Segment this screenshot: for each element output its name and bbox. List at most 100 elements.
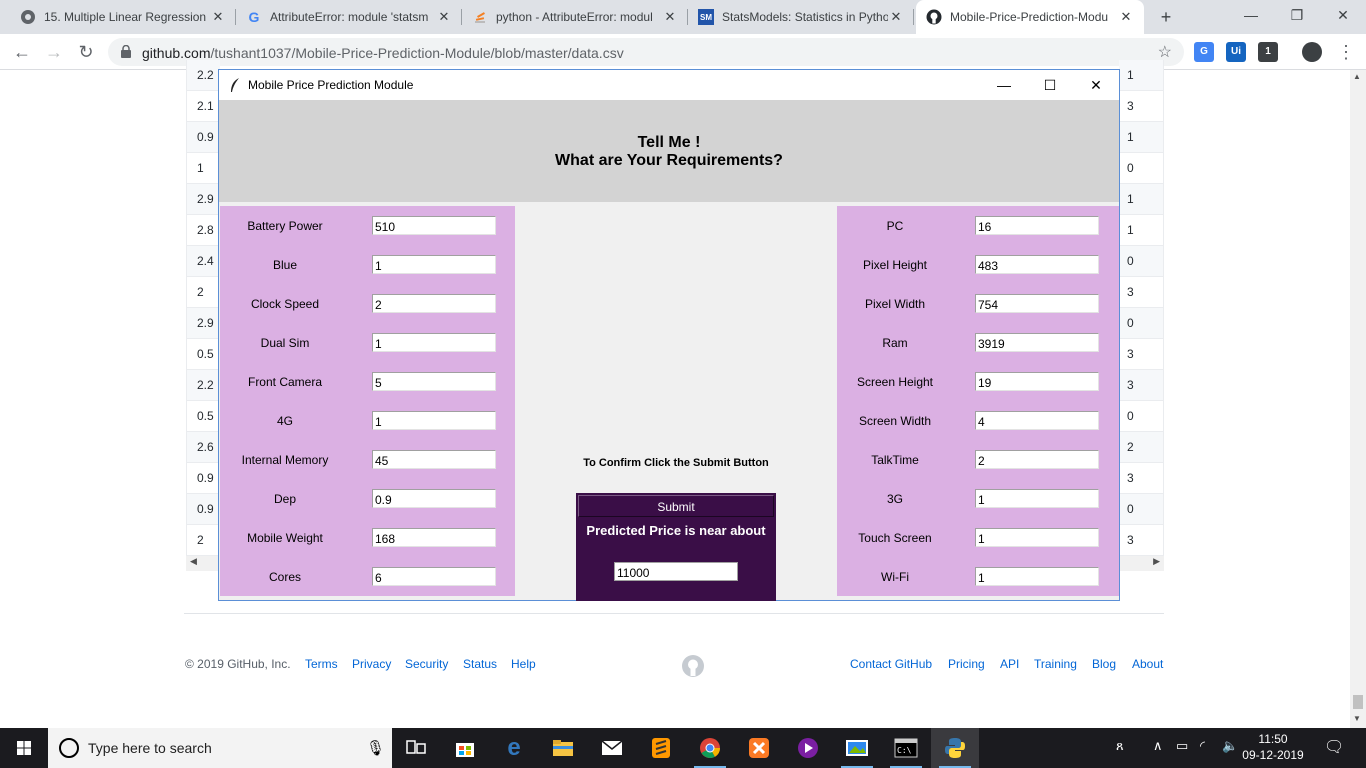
- footer-link-status[interactable]: Status: [463, 657, 497, 671]
- browser-tab-2[interactable]: G AttributeError: module 'statsm ✕: [236, 0, 462, 34]
- browser-restore-button[interactable]: ❐: [1274, 0, 1320, 30]
- dual-sim-input[interactable]: [372, 333, 496, 352]
- pc-input[interactable]: [975, 216, 1099, 235]
- footer-link-privacy[interactable]: Privacy: [352, 657, 391, 671]
- wifi-icon[interactable]: ◜: [1200, 738, 1205, 754]
- internal-memory-input[interactable]: [372, 450, 496, 469]
- scrollbar-thumb[interactable]: [1353, 695, 1363, 709]
- edge-icon[interactable]: e: [490, 728, 538, 768]
- taskbar-search-box[interactable]: Type here to search 🎙: [48, 728, 392, 768]
- github-logo-icon[interactable]: [681, 654, 705, 678]
- profile-avatar-icon[interactable]: [1302, 42, 1322, 62]
- field-label: Touch Screen: [858, 531, 932, 545]
- four-g-input[interactable]: [372, 411, 496, 430]
- xampp-icon[interactable]: [735, 728, 783, 768]
- footer-divider: [184, 613, 1164, 614]
- footer-link-help[interactable]: Help: [511, 657, 536, 671]
- csv-cell: 2: [186, 525, 220, 556]
- footer-link-api[interactable]: API: [1000, 657, 1019, 671]
- blue-input[interactable]: [372, 255, 496, 274]
- sublime-icon[interactable]: [637, 728, 685, 768]
- app-maximize-button[interactable]: ☐: [1027, 70, 1073, 100]
- vertical-scrollbar[interactable]: ▲ ▼: [1350, 70, 1366, 728]
- footer-link-blog[interactable]: Blog: [1092, 657, 1116, 671]
- windows-start-button[interactable]: [0, 728, 48, 768]
- footer-link-about[interactable]: About: [1132, 657, 1163, 671]
- footer-link-pricing[interactable]: Pricing: [948, 657, 985, 671]
- address-bar[interactable]: github.com/tushant1037/Mobile-Price-Pred…: [108, 38, 1184, 66]
- scroll-left-icon[interactable]: ◀: [190, 556, 197, 567]
- browser-close-button[interactable]: ✕: [1320, 0, 1366, 30]
- touch-screen-input[interactable]: [975, 528, 1099, 547]
- pixel-height-input[interactable]: [975, 255, 1099, 274]
- predicted-price-label: Predicted Price is near about: [586, 523, 766, 538]
- browser-menu-icon[interactable]: ⋮: [1334, 40, 1358, 64]
- python-icon[interactable]: [931, 728, 979, 768]
- system-clock[interactable]: 11:50 09-12-2019: [1240, 731, 1306, 763]
- battery-power-input[interactable]: [372, 216, 496, 235]
- terminal-icon[interactable]: C:\: [882, 728, 930, 768]
- mail-icon[interactable]: [588, 728, 636, 768]
- battery-icon[interactable]: ▭: [1176, 738, 1188, 754]
- store-icon[interactable]: [441, 728, 489, 768]
- footer-link-contact[interactable]: Contact GitHub: [850, 657, 932, 671]
- close-tab-icon[interactable]: ✕: [210, 9, 226, 25]
- front-camera-input[interactable]: [372, 372, 496, 391]
- mobile-weight-input[interactable]: [372, 528, 496, 547]
- package-extension-icon[interactable]: 1: [1258, 42, 1278, 62]
- browser-tab-3[interactable]: python - AttributeError: modul ✕: [462, 0, 688, 34]
- app-minimize-button[interactable]: —: [981, 70, 1027, 100]
- close-tab-icon[interactable]: ✕: [436, 9, 452, 25]
- media-icon[interactable]: [784, 728, 832, 768]
- ram-input[interactable]: [975, 333, 1099, 352]
- translate-extension-icon[interactable]: G: [1194, 42, 1214, 62]
- heading-line-2: What are Your Requirements?: [555, 152, 783, 169]
- footer-link-training[interactable]: Training: [1034, 657, 1077, 671]
- clock-speed-input[interactable]: [372, 294, 496, 313]
- tray-chevron-icon[interactable]: ∧: [1153, 738, 1163, 754]
- browser-tab-1[interactable]: 15. Multiple Linear Regression ✕: [10, 0, 236, 34]
- new-tab-button[interactable]: +: [1154, 5, 1178, 29]
- scroll-down-icon[interactable]: ▼: [1353, 714, 1361, 723]
- reload-button[interactable]: ↻: [74, 40, 98, 64]
- result-box: Submit Predicted Price is near about: [576, 493, 776, 601]
- footer-link-security[interactable]: Security: [405, 657, 448, 671]
- footer-link-terms[interactable]: Terms: [305, 657, 338, 671]
- cores-input[interactable]: [372, 567, 496, 586]
- three-g-input[interactable]: [975, 489, 1099, 508]
- submit-button[interactable]: Submit: [578, 495, 774, 517]
- forward-button[interactable]: →: [42, 40, 66, 64]
- people-icon[interactable]: ጸ: [1116, 738, 1124, 754]
- pixel-width-input[interactable]: [975, 294, 1099, 313]
- browser-minimize-button[interactable]: —: [1228, 0, 1274, 30]
- chrome-icon[interactable]: [686, 728, 734, 768]
- browser-tab-4[interactable]: SM StatsModels: Statistics in Pytho ✕: [688, 0, 914, 34]
- footer-copyright: © 2019 GitHub, Inc.: [185, 657, 291, 671]
- task-view-icon[interactable]: [392, 728, 440, 768]
- close-tab-icon[interactable]: ✕: [1118, 9, 1134, 25]
- file-explorer-icon[interactable]: [539, 728, 587, 768]
- screen-height-input[interactable]: [975, 372, 1099, 391]
- scroll-right-icon[interactable]: ▶: [1153, 556, 1160, 567]
- photos-icon[interactable]: [833, 728, 881, 768]
- dep-input[interactable]: [372, 489, 496, 508]
- browser-tab-5-active[interactable]: Mobile-Price-Prediction-Modu ✕: [916, 0, 1144, 34]
- talktime-input[interactable]: [975, 450, 1099, 469]
- volume-icon[interactable]: 🔈: [1222, 738, 1238, 754]
- csv-cell: 3: [1119, 91, 1164, 122]
- scroll-up-icon[interactable]: ▲: [1353, 72, 1361, 81]
- predicted-price-output[interactable]: [614, 562, 738, 581]
- close-tab-icon[interactable]: ✕: [888, 9, 904, 25]
- close-tab-icon[interactable]: ✕: [662, 9, 678, 25]
- wifi-input[interactable]: [975, 567, 1099, 586]
- uipath-extension-icon[interactable]: Ui: [1226, 42, 1246, 62]
- csv-cell: 2.1: [186, 91, 220, 122]
- notifications-icon[interactable]: 🗨: [1324, 737, 1344, 757]
- microphone-icon[interactable]: 🎙: [366, 739, 385, 757]
- back-button[interactable]: ←: [10, 40, 34, 64]
- bookmark-star-icon[interactable]: ☆: [1158, 42, 1172, 62]
- csv-cell: 1: [1119, 184, 1164, 215]
- lock-icon: [121, 45, 131, 58]
- app-close-button[interactable]: ✕: [1073, 70, 1119, 100]
- screen-width-input[interactable]: [975, 411, 1099, 430]
